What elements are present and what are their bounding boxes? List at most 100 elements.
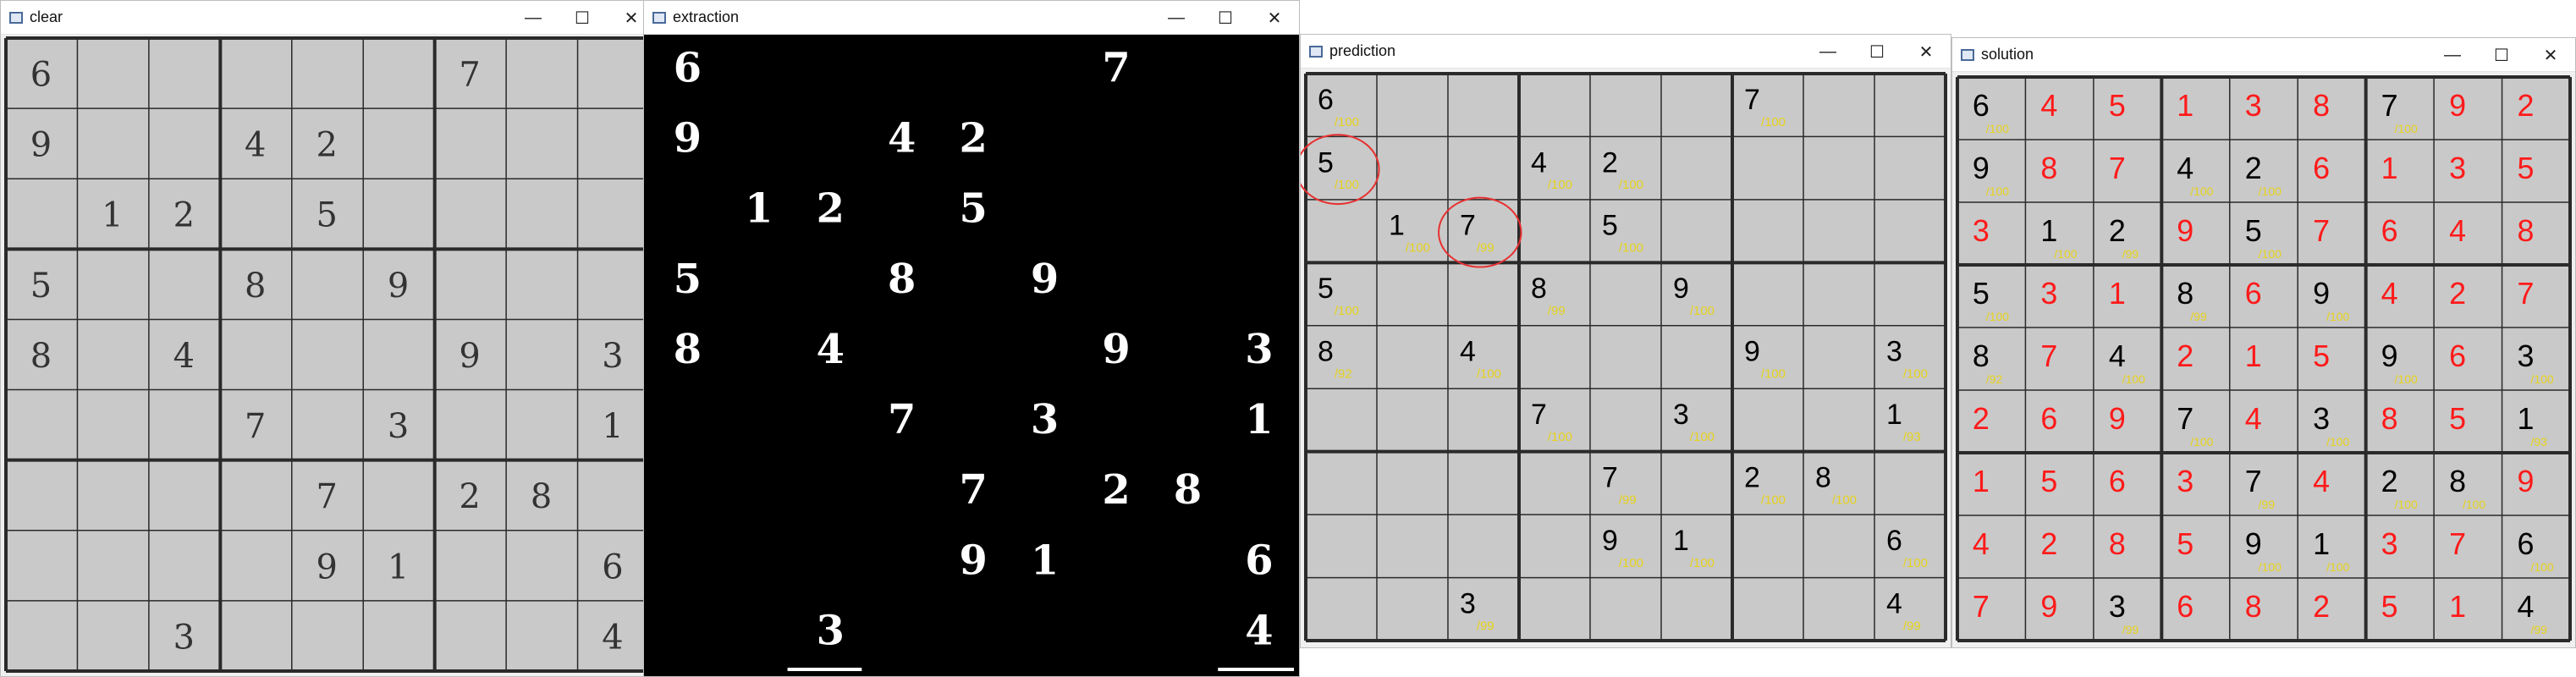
confidence-label: /100 (1761, 493, 1786, 507)
confidence-label: /100 (1619, 241, 1643, 256)
app-icon (1309, 45, 1323, 58)
handwritten-digit: 6 (30, 56, 52, 95)
handwritten-digit: 1 (388, 548, 409, 586)
confidence-label: /100 (2190, 435, 2213, 449)
solved-digit: 3 (1973, 214, 1990, 248)
solved-digit: 7 (2109, 151, 2126, 185)
given-digit: 3 (2313, 402, 2330, 436)
solution-titlebar[interactable]: solution — ☐ ✕ (1952, 38, 2575, 72)
solved-digit: 5 (2040, 465, 2057, 498)
handwritten-digit: 1 (102, 196, 123, 235)
extracted-digit: 5 (674, 256, 702, 303)
close-button[interactable]: ✕ (1902, 35, 1951, 69)
confidence-label: /100 (1548, 430, 1572, 444)
extracted-digit: 3 (1031, 396, 1059, 443)
maximize-button[interactable]: ☐ (558, 1, 607, 35)
extracted-digit: 8 (888, 256, 916, 303)
given-digit: 4 (2518, 590, 2535, 624)
confidence-label: /100 (1477, 367, 1501, 382)
solved-digit: 2 (2449, 277, 2466, 311)
given-digit: 2 (2245, 151, 2262, 185)
solution-grid-image: 6/1004 5 1 3 8 7/1009 29/1008 7 4/1002/1006 1 3 53 1… (1955, 74, 2573, 643)
confidence-label: /99 (2122, 247, 2139, 261)
extracted-digit: 4 (1245, 607, 1273, 654)
confidence-label: /100 (2190, 184, 2213, 198)
given-digit: 9 (2313, 277, 2330, 311)
solution-window: solution — ☐ ✕ 6/100 4 5 1 3 8 7/100 9 2 9/100 8 7 4… (1951, 37, 2576, 648)
app-icon (652, 11, 666, 24)
confidence-label: /100 (1619, 178, 1643, 192)
solved-digit: 6 (2245, 277, 2262, 311)
confidence-label: /100 (2530, 560, 2553, 574)
given-digit: 8 (2449, 465, 2466, 498)
handwritten-digit: 8 (30, 337, 52, 376)
solved-digit: 8 (2518, 214, 2535, 248)
extracted-digit: 6 (1245, 537, 1273, 584)
predicted-digit: 7 (1744, 84, 1760, 116)
given-digit: 6 (2518, 527, 2535, 561)
solved-digit: 2 (2313, 590, 2330, 624)
handwritten-digit: 2 (459, 477, 480, 516)
noise-mark (787, 668, 862, 672)
confidence-label: /100 (1986, 122, 2009, 135)
extracted-digit: 1 (1245, 396, 1273, 443)
solved-digit: 6 (2177, 590, 2193, 624)
handwritten-digit: 5 (316, 196, 337, 235)
minimize-button[interactable]: — (1152, 1, 1201, 35)
confidence-label: /100 (2326, 310, 2349, 323)
handwritten-digit: 8 (245, 267, 266, 305)
given-digit: 2 (2109, 214, 2126, 248)
extraction-titlebar[interactable]: extraction — ☐ ✕ (644, 1, 1299, 35)
minimize-button[interactable]: — (1803, 35, 1852, 69)
prediction-titlebar[interactable]: prediction — ☐ ✕ (1301, 35, 1951, 69)
solved-digit: 3 (2040, 277, 2057, 311)
close-button[interactable]: ✕ (2526, 38, 2575, 72)
maximize-button[interactable]: ☐ (1201, 1, 1250, 35)
extracted-digit: 8 (674, 326, 702, 373)
sudoku-grid-image: 6 7 9 4 2 1 2 5 5 8 9 8 4 9 3 7 3 1 7 2 8 9 1 6 3 4 (3, 36, 652, 674)
solved-digit: 1 (2109, 277, 2126, 311)
solved-digit: 6 (2449, 339, 2466, 373)
extracted-digit: 9 (674, 115, 702, 162)
extracted-digit: 6 (674, 45, 702, 92)
extraction-image: 67942125589849373172891634 (644, 35, 1299, 676)
handwritten-digit: 3 (602, 337, 623, 376)
confidence-label: /100 (2259, 560, 2282, 574)
solved-digit: 1 (2177, 89, 2193, 123)
confidence-label: /100 (1903, 367, 1928, 382)
extracted-digit: 8 (1174, 466, 1202, 514)
clear-image: 6 7 9 4 2 1 2 5 5 8 9 8 4 9 3 7 3 1 7 2 8 9 1 6 3 4 (1, 35, 656, 676)
clear-titlebar[interactable]: clear — ☐ ✕ (1, 1, 656, 35)
confidence-label: /100 (1619, 556, 1643, 570)
handwritten-digit: 7 (245, 407, 266, 446)
maximize-button[interactable]: ☐ (1852, 35, 1902, 69)
app-icon (9, 11, 23, 24)
minimize-button[interactable]: — (2428, 38, 2477, 72)
given-digit: 7 (2245, 465, 2262, 498)
maximize-button[interactable]: ☐ (2477, 38, 2526, 72)
predicted-digit: 2 (1602, 146, 1618, 179)
given-digit: 5 (1973, 277, 1990, 311)
solved-digit: 9 (2518, 465, 2535, 498)
minimize-button[interactable]: — (509, 1, 558, 35)
extracted-digit: 3 (1245, 326, 1273, 373)
predicted-digit: 7 (1460, 210, 1476, 242)
confidence-label: /100 (1335, 304, 1359, 318)
predicted-digit: 3 (1460, 587, 1476, 619)
predicted-digit: 8 (1531, 272, 1547, 305)
close-button[interactable]: ✕ (1250, 1, 1299, 35)
extracted-digit: 2 (959, 115, 987, 162)
window-title: solution (1981, 46, 2034, 63)
solved-digit: 3 (2177, 465, 2193, 498)
given-digit: 9 (1973, 151, 1990, 185)
solved-digit: 2 (1973, 402, 1990, 436)
confidence-label: /100 (2395, 372, 2418, 386)
confidence-label: /99 (2259, 498, 2276, 511)
solution-image: 6/100 4 5 1 3 8 7/100 9 2 9/100 8 7 4/100 2/100 6 1 3 5 3 1… (1952, 72, 2575, 647)
solved-digit: 1 (2449, 590, 2466, 624)
predicted-digit: 8 (1815, 462, 1831, 494)
confidence-label: /100 (1761, 115, 1786, 129)
confidence-label: /100 (1690, 304, 1715, 318)
solved-digit: 6 (2313, 151, 2330, 185)
solved-digit: 2 (2177, 339, 2193, 373)
